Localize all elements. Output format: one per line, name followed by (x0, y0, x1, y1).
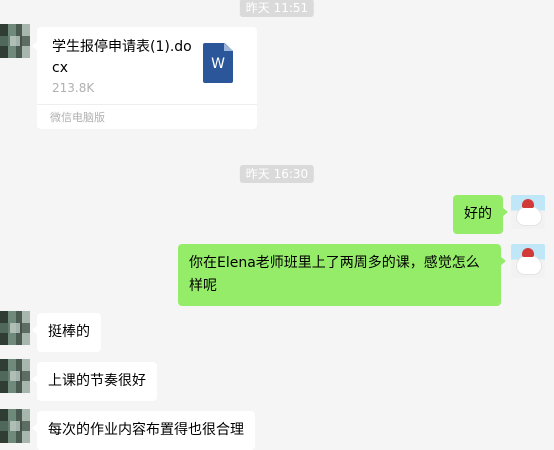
cat-avatar-icon (516, 206, 542, 226)
santa-hat-icon (522, 199, 534, 208)
contact-avatar[interactable] (0, 311, 30, 345)
contact-avatar[interactable] (0, 409, 30, 443)
cat-avatar-icon (516, 255, 542, 275)
timestamp: 昨天 11:51 (239, 0, 315, 17)
word-doc-letter: W (211, 56, 225, 72)
file-size: 213.8K (52, 81, 95, 95)
file-name: 学生报停申请表(1).docx (52, 39, 192, 76)
own-message-bubble[interactable]: 好的 (453, 195, 508, 234)
contact-message-bubble[interactable]: 上课的节奏很好 (32, 362, 157, 401)
own-avatar[interactable] (511, 195, 545, 229)
contact-avatar[interactable] (0, 359, 30, 393)
file-message-card[interactable]: 学生报停申请表(1).docx 213.8K W 微信电脑版 (32, 27, 257, 129)
contact-message-bubble[interactable]: 挺棒的 (32, 313, 101, 352)
file-card-divider (37, 104, 257, 105)
file-source-label: 微信电脑版 (50, 111, 105, 124)
santa-hat-icon (522, 248, 534, 257)
contact-avatar[interactable] (0, 24, 30, 58)
own-avatar[interactable] (511, 244, 545, 278)
contact-message-bubble[interactable]: 每次的作业内容布置得也很合理 (32, 411, 255, 450)
timestamp: 昨天 16:30 (239, 165, 315, 183)
own-message-bubble[interactable]: 你在Elena老师班里上了两周多的课，感觉怎么样呢 (178, 244, 506, 306)
